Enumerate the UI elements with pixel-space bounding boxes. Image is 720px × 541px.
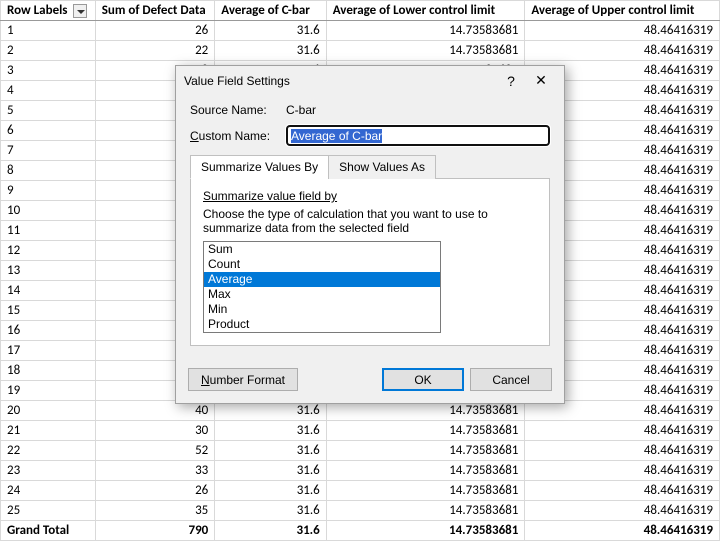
custom-name-label: Custom Name: xyxy=(190,129,286,143)
cell-label[interactable]: 7 xyxy=(1,141,96,161)
cell-cbar[interactable]: 31.6 xyxy=(215,461,326,481)
table-row: 213031.614.7358368148.46416319 xyxy=(1,421,720,441)
cell-ucl[interactable]: 48.46416319 xyxy=(525,501,720,521)
cell-label[interactable]: 24 xyxy=(1,481,96,501)
table-row: 242631.614.7358368148.46416319 xyxy=(1,481,720,501)
cell-cbar[interactable]: 31.6 xyxy=(215,501,326,521)
help-icon[interactable]: ? xyxy=(496,73,526,89)
cell-lcl[interactable]: 14.73583681 xyxy=(326,481,525,501)
cell-cbar[interactable]: 31.6 xyxy=(215,41,326,61)
table-row: 233331.614.7358368148.46416319 xyxy=(1,461,720,481)
cell-label[interactable]: 16 xyxy=(1,321,96,341)
cell-lcl[interactable]: 14.73583681 xyxy=(326,441,525,461)
tab-summarize-values-by[interactable]: Summarize Values By xyxy=(190,155,329,179)
header-defect[interactable]: Sum of Defect Data xyxy=(95,1,215,21)
cell-label[interactable]: 6 xyxy=(1,121,96,141)
grand-ucl[interactable]: 48.46416319 xyxy=(525,521,720,541)
calc-option-min[interactable]: Min xyxy=(204,302,440,317)
cell-lcl[interactable]: 14.73583681 xyxy=(326,21,525,41)
cell-label[interactable]: 2 xyxy=(1,41,96,61)
table-row: 253531.614.7358368148.46416319 xyxy=(1,501,720,521)
header-row-labels-text: Row Labels xyxy=(7,3,68,18)
cell-label[interactable]: 3 xyxy=(1,61,96,81)
cell-lcl[interactable]: 14.73583681 xyxy=(326,41,525,61)
cell-defect[interactable]: 26 xyxy=(95,21,215,41)
cell-label[interactable]: 10 xyxy=(1,201,96,221)
cell-lcl[interactable]: 14.73583681 xyxy=(326,461,525,481)
table-row: 12631.614.7358368148.46416319 xyxy=(1,21,720,41)
calc-option-average[interactable]: Average xyxy=(204,272,440,287)
cell-defect[interactable]: 30 xyxy=(95,421,215,441)
cell-label[interactable]: 4 xyxy=(1,81,96,101)
summarize-description: Choose the type of calculation that you … xyxy=(203,207,537,235)
grand-total-row: Grand Total 790 31.6 14.73583681 48.4641… xyxy=(1,521,720,541)
header-ucl[interactable]: Average of Upper control limit xyxy=(525,1,720,21)
cell-ucl[interactable]: 48.46416319 xyxy=(525,461,720,481)
value-field-settings-dialog: Value Field Settings ? ✕ Source Name: C-… xyxy=(175,65,565,404)
cell-label[interactable]: 8 xyxy=(1,161,96,181)
dialog-titlebar[interactable]: Value Field Settings ? ✕ xyxy=(176,66,564,95)
cell-label[interactable]: 25 xyxy=(1,501,96,521)
table-row: 22231.614.7358368148.46416319 xyxy=(1,41,720,61)
calc-option-count[interactable]: Count xyxy=(204,257,440,272)
table-row: 225231.614.7358368148.46416319 xyxy=(1,441,720,461)
header-row-labels[interactable]: Row Labels xyxy=(1,1,96,21)
grand-cbar[interactable]: 31.6 xyxy=(215,521,326,541)
source-name-label: Source Name: xyxy=(190,103,286,117)
header-cbar[interactable]: Average of C-bar xyxy=(215,1,326,21)
cell-label[interactable]: 19 xyxy=(1,381,96,401)
cell-label[interactable]: 1 xyxy=(1,21,96,41)
cell-cbar[interactable]: 31.6 xyxy=(215,21,326,41)
header-row: Row Labels Sum of Defect Data Average of… xyxy=(1,1,720,21)
tabs: Summarize Values By Show Values As xyxy=(190,154,550,179)
cell-defect[interactable]: 52 xyxy=(95,441,215,461)
header-lcl[interactable]: Average of Lower control limit xyxy=(326,1,525,21)
calc-option-max[interactable]: Max xyxy=(204,287,440,302)
close-icon[interactable]: ✕ xyxy=(526,72,556,89)
cell-defect[interactable]: 33 xyxy=(95,461,215,481)
grand-lcl[interactable]: 14.73583681 xyxy=(326,521,525,541)
cell-label[interactable]: 13 xyxy=(1,261,96,281)
calculation-listbox[interactable]: SumCountAverageMaxMinProduct xyxy=(203,241,441,333)
tab-show-values-as[interactable]: Show Values As xyxy=(328,155,436,179)
cell-label[interactable]: 11 xyxy=(1,221,96,241)
cell-cbar[interactable]: 31.6 xyxy=(215,481,326,501)
cell-label[interactable]: 17 xyxy=(1,341,96,361)
cell-label[interactable]: 14 xyxy=(1,281,96,301)
cell-defect[interactable]: 26 xyxy=(95,481,215,501)
cell-label[interactable]: 9 xyxy=(1,181,96,201)
filter-dropdown-icon[interactable] xyxy=(73,4,87,18)
tab-pane: Summarize value field by Choose the type… xyxy=(190,179,550,346)
cell-label[interactable]: 20 xyxy=(1,401,96,421)
grand-defect[interactable]: 790 xyxy=(95,521,215,541)
cell-label[interactable]: 15 xyxy=(1,301,96,321)
cell-label[interactable]: 18 xyxy=(1,361,96,381)
custom-name-input[interactable] xyxy=(286,125,550,146)
cell-label[interactable]: 22 xyxy=(1,441,96,461)
cell-label[interactable]: 5 xyxy=(1,101,96,121)
cell-lcl[interactable]: 14.73583681 xyxy=(326,501,525,521)
cell-cbar[interactable]: 31.6 xyxy=(215,441,326,461)
cell-defect[interactable]: 35 xyxy=(95,501,215,521)
cell-ucl[interactable]: 48.46416319 xyxy=(525,21,720,41)
cell-label[interactable]: 12 xyxy=(1,241,96,261)
summarize-heading: Summarize value field by xyxy=(203,189,337,203)
cell-label[interactable]: 23 xyxy=(1,461,96,481)
ok-button[interactable]: OK xyxy=(382,368,464,391)
source-name-value: C-bar xyxy=(286,103,316,117)
cancel-button[interactable]: Cancel xyxy=(470,368,552,391)
cell-ucl[interactable]: 48.46416319 xyxy=(525,41,720,61)
calc-option-sum[interactable]: Sum xyxy=(204,242,440,257)
cell-ucl[interactable]: 48.46416319 xyxy=(525,441,720,461)
cell-lcl[interactable]: 14.73583681 xyxy=(326,421,525,441)
cell-ucl[interactable]: 48.46416319 xyxy=(525,421,720,441)
grand-label[interactable]: Grand Total xyxy=(1,521,96,541)
cell-ucl[interactable]: 48.46416319 xyxy=(525,481,720,501)
cell-label[interactable]: 21 xyxy=(1,421,96,441)
calc-option-product[interactable]: Product xyxy=(204,317,440,332)
cell-cbar[interactable]: 31.6 xyxy=(215,421,326,441)
number-format-button[interactable]: Number Format xyxy=(188,368,298,391)
dialog-title-text: Value Field Settings xyxy=(184,74,496,88)
cell-defect[interactable]: 22 xyxy=(95,41,215,61)
